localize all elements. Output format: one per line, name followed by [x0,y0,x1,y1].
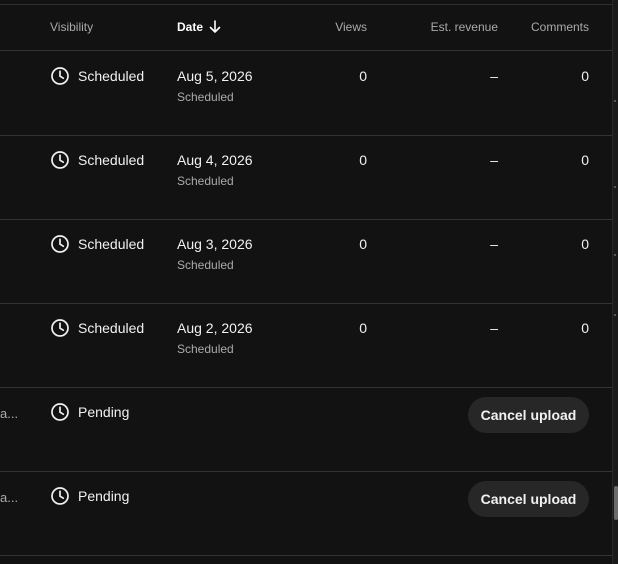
clock-icon [51,403,69,421]
visibility-label: Pending [78,488,130,504]
scrollbar-thumb[interactable] [614,486,618,520]
visibility-label: Scheduled [78,320,145,336]
visibility-cell[interactable]: Scheduled [50,150,144,170]
video-table: Visibility Date Views Est. revenue Comme… [0,0,612,564]
comments-value: 0 [581,236,589,252]
date-value: Aug 4, 2026 [177,152,253,168]
views-value: 0 [359,68,367,84]
comments-value: 0 [581,152,589,168]
column-header-visibility[interactable]: Visibility [50,20,93,34]
scrollbar-marker [614,100,616,102]
vertical-scrollbar[interactable] [612,0,618,564]
visibility-label: Scheduled [78,68,145,84]
date-status: Scheduled [177,342,234,356]
arrow-down-icon [209,20,221,33]
column-header-revenue[interactable]: Est. revenue [431,20,498,34]
revenue-value: – [490,152,498,168]
content-table-window: Visibility Date Views Est. revenue Comme… [0,0,618,564]
table-row[interactable]: a... Pending Cancel upload [0,388,612,472]
revenue-value: – [490,320,498,336]
scrollbar-marker [614,254,616,256]
table-row[interactable]: a... Pending Cancel upload [0,472,612,556]
visibility-label: Pending [78,404,130,420]
column-header-date-label: Date [177,20,204,34]
scrollbar-marker [614,314,616,316]
table-row[interactable]: Scheduled Aug 2, 2026 Scheduled 0 – 0 [0,304,612,388]
visibility-cell[interactable]: Pending [50,486,129,506]
visibility-cell[interactable]: Scheduled [50,318,144,338]
visibility-label: Scheduled [78,236,145,252]
cancel-upload-button[interactable]: Cancel upload [468,397,589,433]
video-title-truncated[interactable]: a... [0,490,18,505]
column-header-views[interactable]: Views [335,20,367,34]
column-header-date[interactable]: Date [177,20,221,34]
clock-icon [51,67,69,85]
comments-value: 0 [581,68,589,84]
clock-icon [51,151,69,169]
table-header: Visibility Date Views Est. revenue Comme… [0,4,612,51]
visibility-cell[interactable]: Pending [50,402,129,422]
clock-icon [51,487,69,505]
date-value: Aug 5, 2026 [177,68,253,84]
cancel-upload-button[interactable]: Cancel upload [468,481,589,517]
video-title-truncated[interactable]: a... [0,406,18,421]
table-row[interactable]: Scheduled Aug 5, 2026 Scheduled 0 – 0 [0,52,612,136]
date-status: Scheduled [177,258,234,272]
views-value: 0 [359,320,367,336]
visibility-label: Scheduled [78,152,145,168]
table-row[interactable]: Scheduled Aug 3, 2026 Scheduled 0 – 0 [0,220,612,304]
date-status: Scheduled [177,174,234,188]
clock-icon [51,235,69,253]
comments-value: 0 [581,320,589,336]
scrollbar-marker [614,186,616,188]
views-value: 0 [359,152,367,168]
date-value: Aug 3, 2026 [177,236,253,252]
revenue-value: – [490,68,498,84]
visibility-cell[interactable]: Scheduled [50,66,144,86]
date-status: Scheduled [177,90,234,104]
revenue-value: – [490,236,498,252]
clock-icon [51,319,69,337]
column-header-comments[interactable]: Comments [531,20,589,34]
date-value: Aug 2, 2026 [177,320,253,336]
visibility-cell[interactable]: Scheduled [50,234,144,254]
views-value: 0 [359,236,367,252]
table-row[interactable]: Scheduled Aug 4, 2026 Scheduled 0 – 0 [0,136,612,220]
